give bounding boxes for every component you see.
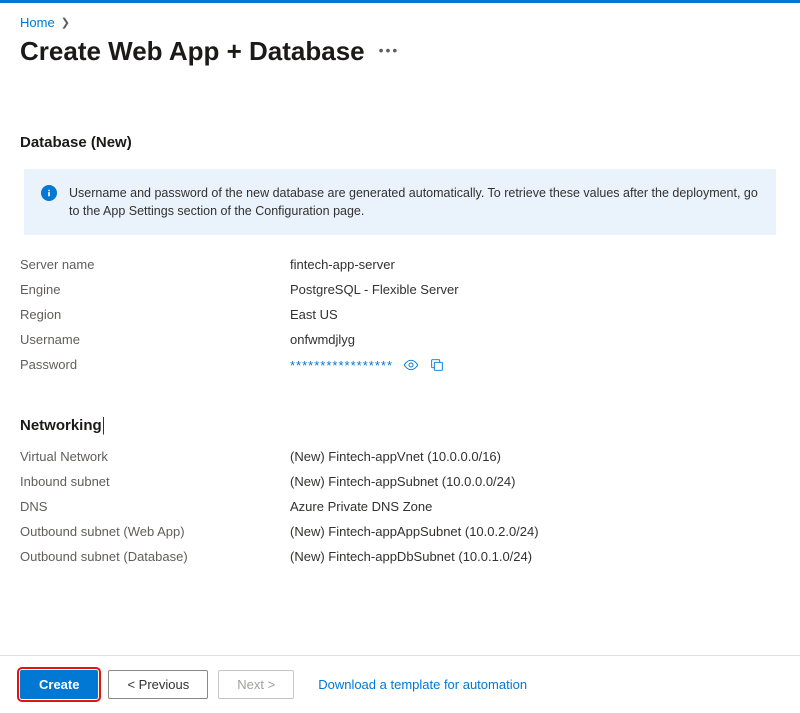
label-outbound-database: Outbound subnet (Database) bbox=[20, 549, 290, 564]
label-inbound-subnet: Inbound subnet bbox=[20, 474, 290, 489]
info-banner: Username and password of the new databas… bbox=[24, 169, 776, 235]
chevron-right-icon: ❯ bbox=[61, 16, 70, 29]
breadcrumb-home[interactable]: Home bbox=[20, 15, 55, 30]
previous-button[interactable]: < Previous bbox=[108, 670, 208, 699]
next-button: Next > bbox=[218, 670, 294, 699]
value-username: onfwmdjlyg bbox=[290, 332, 355, 347]
value-password-masked: ***************** bbox=[290, 358, 393, 373]
label-outbound-webapp: Outbound subnet (Web App) bbox=[20, 524, 290, 539]
value-inbound-subnet: (New) Fintech-appSubnet (10.0.0.0/24) bbox=[290, 474, 515, 489]
download-template-link[interactable]: Download a template for automation bbox=[318, 677, 527, 692]
label-engine: Engine bbox=[20, 282, 290, 297]
copy-password-button[interactable] bbox=[429, 357, 445, 373]
more-actions-button[interactable]: ••• bbox=[379, 42, 400, 62]
label-vnet: Virtual Network bbox=[20, 449, 290, 464]
breadcrumb: Home ❯ bbox=[20, 15, 780, 30]
value-outbound-database: (New) Fintech-appDbSubnet (10.0.1.0/24) bbox=[290, 549, 532, 564]
value-outbound-webapp: (New) Fintech-appAppSubnet (10.0.2.0/24) bbox=[290, 524, 539, 539]
value-engine: PostgreSQL - Flexible Server bbox=[290, 282, 459, 297]
value-dns: Azure Private DNS Zone bbox=[290, 499, 432, 514]
label-dns: DNS bbox=[20, 499, 290, 514]
label-region: Region bbox=[20, 307, 290, 322]
label-username: Username bbox=[20, 332, 290, 347]
section-title-database: Database (New) bbox=[20, 134, 780, 151]
label-server-name: Server name bbox=[20, 257, 290, 272]
info-banner-text: Username and password of the new databas… bbox=[69, 184, 759, 220]
section-title-networking: Networking bbox=[20, 417, 104, 435]
info-icon bbox=[41, 185, 57, 201]
label-password: Password bbox=[20, 357, 290, 373]
value-vnet: (New) Fintech-appVnet (10.0.0.0/16) bbox=[290, 449, 501, 464]
value-server-name: fintech-app-server bbox=[290, 257, 395, 272]
value-region: East US bbox=[290, 307, 338, 322]
page-title: Create Web App + Database bbox=[20, 36, 365, 67]
reveal-password-button[interactable] bbox=[403, 357, 419, 373]
create-button[interactable]: Create bbox=[20, 670, 98, 699]
footer-action-bar: Create < Previous Next > Download a temp… bbox=[0, 655, 800, 713]
